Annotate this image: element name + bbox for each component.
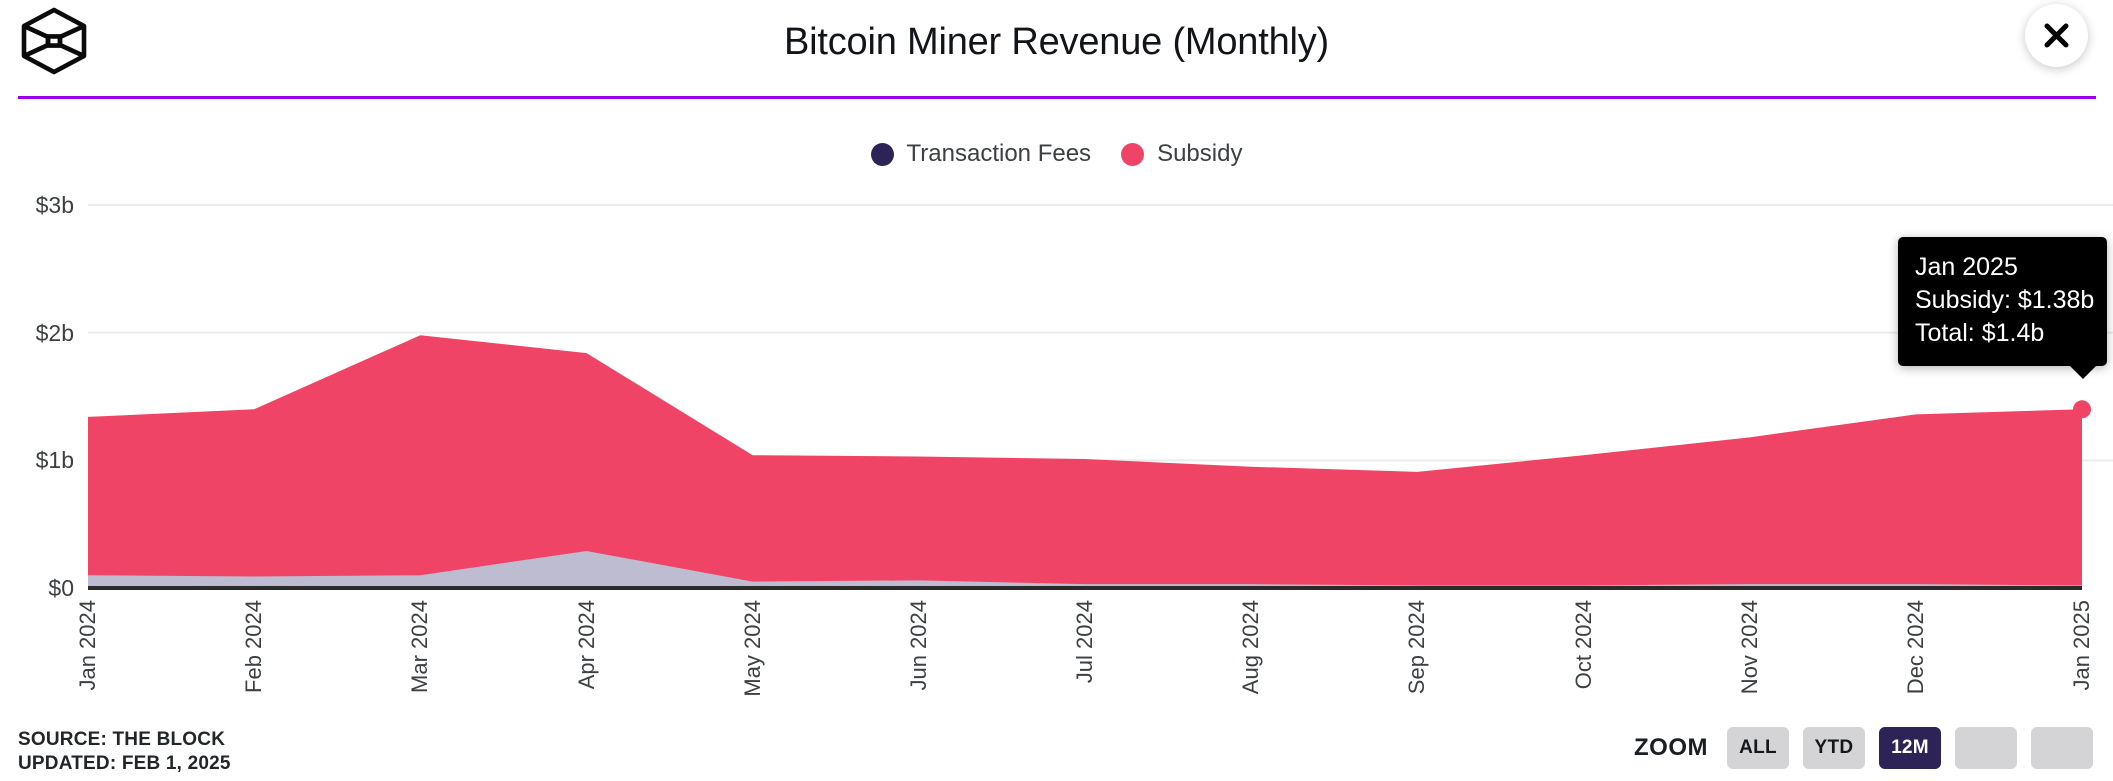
x-axis-tick-label: Oct 2024 — [1570, 600, 1596, 690]
x-axis-tick: Jul 2024 — [1070, 600, 1100, 710]
x-axis-tick: Oct 2024 — [1569, 600, 1599, 710]
x-axis-tick-label: Mar 2024 — [407, 600, 433, 693]
page-title: Bitcoin Miner Revenue (Monthly) — [783, 21, 1330, 63]
x-axis-tick-label: May 2024 — [739, 600, 765, 697]
x-axis-tick-label: Dec 2024 — [1902, 600, 1928, 695]
source-line: SOURCE: THE BLOCK — [18, 729, 226, 750]
x-axis-tick-label: Jan 2025 — [2069, 600, 2094, 691]
x-axis-tick-label: Aug 2024 — [1238, 600, 1264, 695]
zoom-label: ZOOM — [1634, 734, 1708, 761]
zoom-button-blank-3[interactable] — [1955, 727, 2017, 769]
legend-swatch-icon — [870, 142, 894, 166]
chart-modal: Bitcoin Miner Revenue (Monthly) Transact… — [0, 0, 2113, 781]
tooltip-total: Total: $1.4b — [1915, 319, 2045, 347]
updated-line: UPDATED: FEB 1, 2025 — [18, 753, 231, 774]
zoom-button-blank-4[interactable] — [2031, 727, 2093, 769]
legend-item-transaction-fees[interactable]: Transaction Fees — [870, 140, 1092, 168]
x-axis-tick: Jun 2024 — [904, 600, 934, 710]
stacked-area-chart — [88, 204, 2113, 590]
data-point-marker[interactable] — [2073, 400, 2091, 419]
header-divider — [18, 96, 2096, 99]
modal-header: Bitcoin Miner Revenue (Monthly) — [0, 0, 2113, 100]
legend-label: Transaction Fees — [906, 140, 1092, 167]
x-axis-tick: Aug 2024 — [1236, 600, 1266, 710]
tooltip-date: Jan 2025 — [1915, 253, 2018, 281]
tooltip-arrow-icon — [2069, 365, 2097, 379]
x-axis-tick: Dec 2024 — [1901, 600, 1931, 710]
legend-swatch-icon — [1121, 142, 1145, 166]
tooltip-subsidy: Subsidy: $1.38b — [1915, 286, 2095, 314]
legend-label: Subsidy — [1157, 140, 1243, 167]
x-axis-labels: Jan 2024 Feb 2024 Mar 2024 Apr 2024 May 2024… — [0, 600, 2113, 710]
x-axis-tick: Feb 2024 — [239, 600, 269, 710]
x-axis-tick: Nov 2024 — [1735, 600, 1765, 710]
close-icon[interactable] — [2025, 4, 2088, 67]
x-axis-tick: Jan 2024 — [73, 600, 103, 710]
x-axis-tick-label: Jul 2024 — [1072, 600, 1097, 684]
x-axis-tick-label: Jan 2024 — [75, 600, 100, 691]
area-series-subsidy — [88, 335, 2082, 588]
zoom-button-all[interactable]: ALL — [1727, 727, 1789, 769]
x-axis-tick-label: Apr 2024 — [573, 600, 599, 690]
chart-legend: Transaction Fees Subsidy — [0, 140, 2113, 168]
chart-tooltip: Jan 2025 Subsidy: $1.38b Total: $1.4b — [1898, 237, 2107, 379]
x-axis-tick: May 2024 — [738, 600, 768, 710]
x-axis-tick-label: Sep 2024 — [1404, 600, 1430, 695]
x-axis-tick: Mar 2024 — [405, 600, 435, 710]
legend-item-subsidy[interactable]: Subsidy — [1121, 140, 1242, 168]
chart-plot-area — [0, 185, 2113, 605]
x-axis-tick: Sep 2024 — [1402, 600, 1432, 710]
x-axis-tick-label: Feb 2024 — [241, 600, 267, 693]
x-axis-tick-label: Nov 2024 — [1736, 600, 1762, 695]
x-axis-tick: Jan 2025 — [2067, 600, 2097, 710]
x-axis-tick-label: Jun 2024 — [905, 600, 931, 691]
zoom-button-12m[interactable]: 12M — [1879, 727, 1941, 769]
zoom-button-ytd[interactable]: YTD — [1803, 727, 1865, 769]
source-attribution: SOURCE: THE BLOCK UPDATED: FEB 1, 2025 — [18, 728, 231, 776]
x-axis-tick: Apr 2024 — [572, 600, 602, 710]
zoom-controls: ZOOM ALL YTD 12M — [1634, 727, 2093, 769]
